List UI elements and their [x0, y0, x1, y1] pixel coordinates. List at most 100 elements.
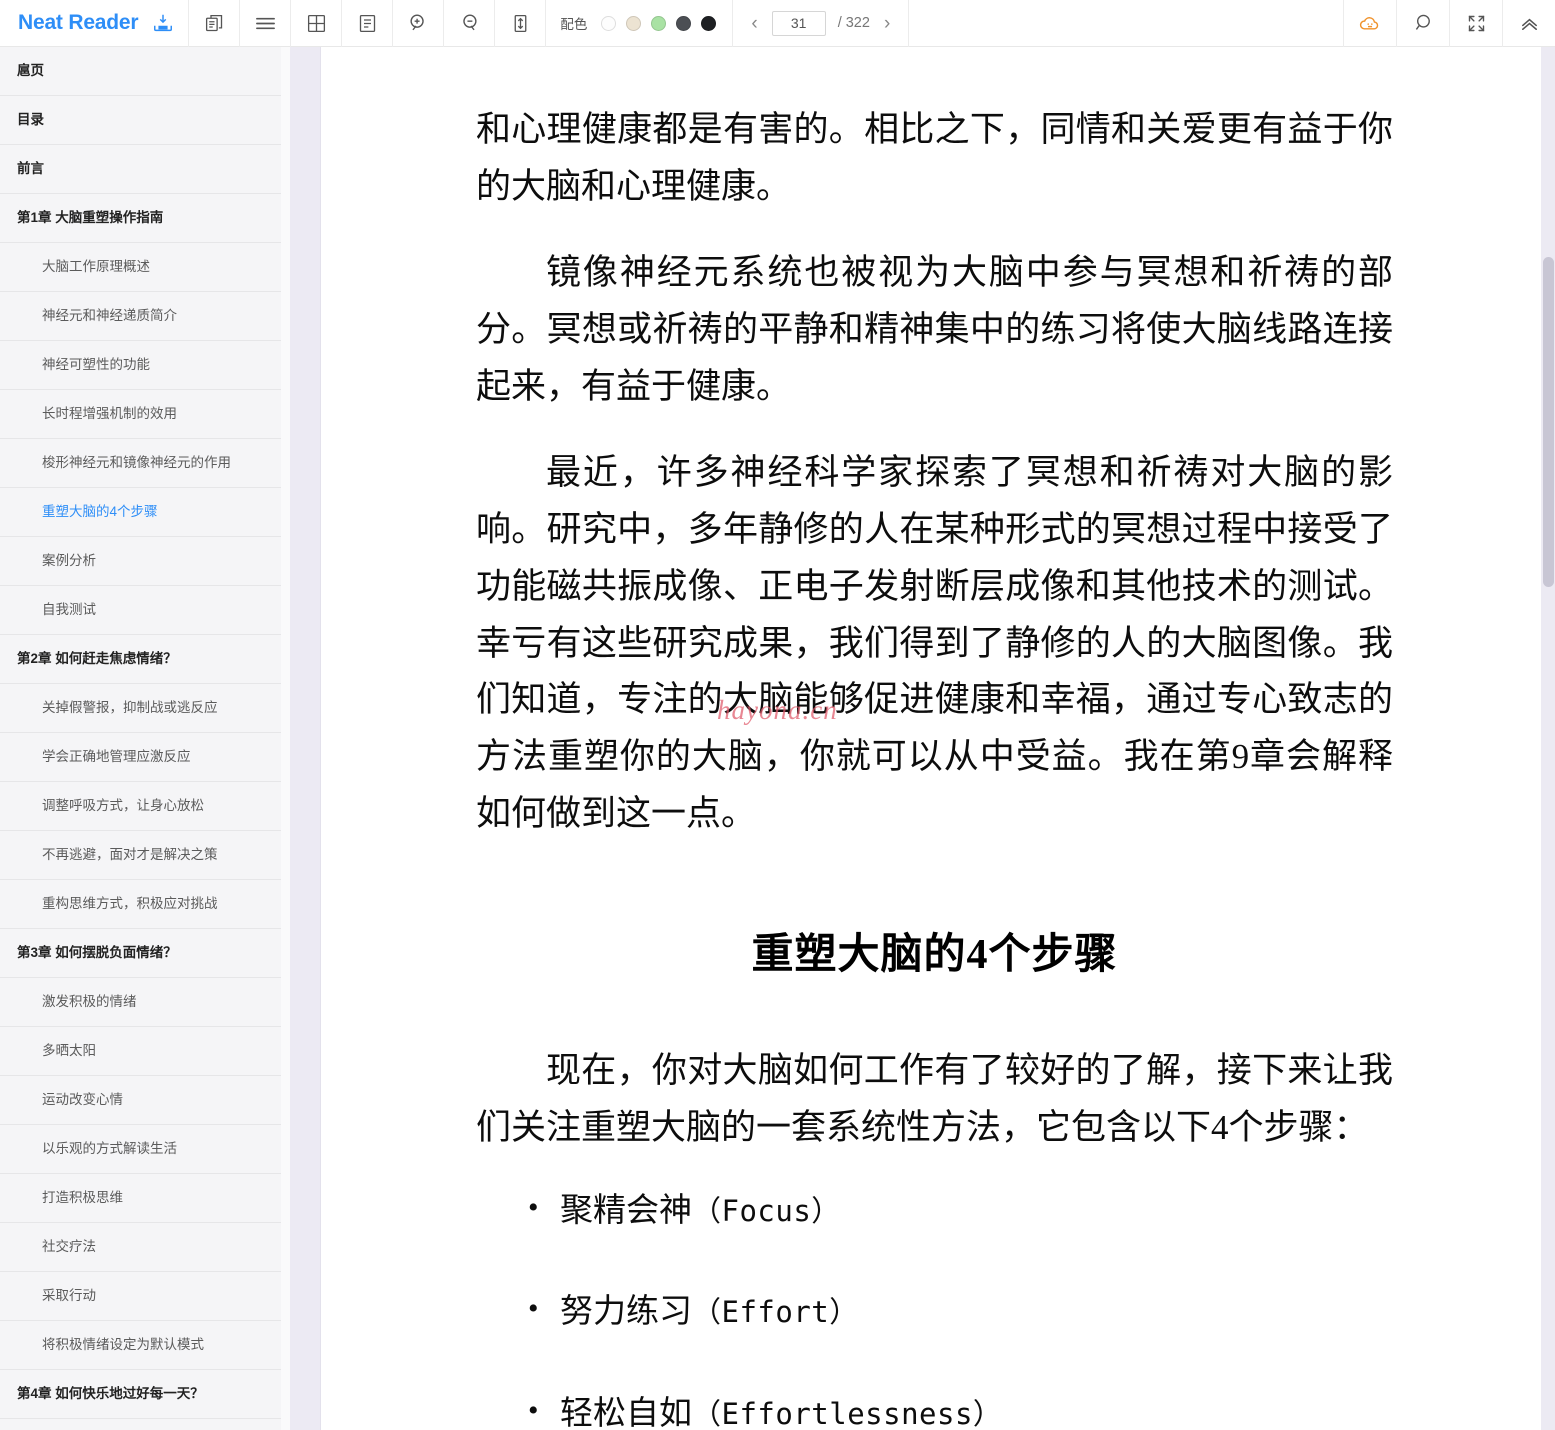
grid-layout-icon[interactable]	[291, 0, 343, 47]
swatch-green[interactable]	[651, 15, 667, 31]
sidebar-item-label: 自我测试	[42, 601, 96, 617]
search-icon[interactable]	[1396, 0, 1449, 47]
sidebar-item-label: 将积极情绪设定为默认模式	[42, 1336, 204, 1352]
copy-pages-icon[interactable]	[189, 0, 241, 47]
cloud-sync-icon[interactable]	[1343, 0, 1396, 47]
sidebar-item[interactable]: 学会正确地管理应激反应	[0, 733, 281, 782]
sidebar-item-label: 第3章 如何摆脱负面情绪？	[17, 944, 177, 960]
list-item-label-cn: 轻松自如	[560, 1395, 692, 1430]
fullscreen-icon[interactable]	[1449, 0, 1502, 47]
note-list-icon[interactable]	[342, 0, 394, 47]
next-page-button[interactable]: ›	[882, 14, 892, 33]
sidebar-item-label: 社交疗法	[42, 1238, 96, 1254]
sidebar-item[interactable]: 目录	[0, 96, 281, 145]
app-title: Neat Reader	[18, 11, 139, 34]
sidebar-item[interactable]: 神经元和神经递质简介	[0, 292, 281, 341]
sidebar-item[interactable]: 激发积极的情绪	[0, 978, 281, 1027]
sidebar-item[interactable]: 第3章 如何摆脱负面情绪？	[0, 929, 281, 978]
list-item-label-cn: 努力练习	[560, 1294, 692, 1331]
sidebar-item[interactable]: 关掉假警报，抑制战或逃反应	[0, 684, 281, 733]
swatch-beige[interactable]	[626, 15, 642, 31]
sidebar-item[interactable]: 采取行动	[0, 1272, 281, 1321]
list-item: 聚精会神（Focus）	[522, 1185, 1393, 1237]
total-pages-label: / 322	[837, 15, 870, 31]
color-theme-label: 配色	[560, 17, 588, 32]
list-item: 努力练习（Effort）	[522, 1286, 1393, 1338]
swatch-black[interactable]	[701, 15, 717, 31]
sidebar-item[interactable]: 重构思维方式，积极应对挑战	[0, 880, 281, 929]
page-gutter	[281, 47, 321, 1430]
sidebar-item[interactable]: 第4章 如何快乐地过好每一天？	[0, 1370, 281, 1419]
brand-group: Neat Reader	[0, 0, 190, 47]
sidebar-item-label: 长时程增强机制的效用	[42, 405, 177, 421]
table-of-contents-sidebar[interactable]: 扈页目录前言第1章 大脑重塑操作指南大脑工作原理概述神经元和神经递质简介 神经可塑…	[0, 47, 281, 1430]
sidebar-item[interactable]: 长时程增强机制的效用	[0, 390, 281, 439]
sidebar-item[interactable]: 以乐观的方式解读生活	[0, 1125, 281, 1174]
sidebar-item[interactable]: 不再逃避，面对才是解决之策	[0, 831, 281, 880]
sidebar-item-label: 神经可塑性的功能	[42, 356, 150, 372]
page-number-input[interactable]	[771, 10, 826, 36]
sidebar-item-label: 采取行动	[42, 1287, 96, 1303]
sidebar-item-label: 案例分析	[42, 552, 96, 568]
zoom-in-icon[interactable]	[393, 0, 445, 47]
sidebar-item[interactable]: 梭形神经元和镜像神经元的作用	[0, 439, 281, 488]
body-paragraph: 现在，你对大脑如何工作有了较好的了解，接下来让我们关注重塑大脑的一套系统性方法，…	[476, 1051, 1393, 1147]
line-height-icon[interactable]	[495, 0, 547, 47]
reader-page-inner: 和心理健康都是有害的。相比之下，同情和关爱更有益于你的大脑和心理健康。 镜像神经…	[321, 47, 1541, 1430]
sidebar-item[interactable]: 第2章 如何赶走焦虑情绪？	[0, 635, 281, 684]
sidebar-item-label: 神经元和神经递质简介	[42, 307, 177, 323]
section-heading: 重塑大脑的4个步骤	[751, 932, 1118, 979]
sidebar-item[interactable]: 重塑大脑的4个步骤	[0, 488, 281, 537]
sidebar-item[interactable]: 多晒太阳	[0, 1027, 281, 1076]
sidebar-item-label: 学会正确地管理应激反应	[42, 748, 191, 764]
sidebar-item[interactable]: 前言	[0, 145, 281, 194]
sidebar-item-label: 扈页	[17, 62, 44, 78]
list-item-label-en: （Focus）	[692, 1193, 841, 1228]
sidebar-item[interactable]: 案例分析	[0, 537, 281, 586]
zoom-out-icon[interactable]	[444, 0, 496, 47]
list-item: 轻松自如（Effortlessness）	[522, 1388, 1393, 1430]
sidebar-item[interactable]: 自我测试	[0, 586, 281, 635]
body-paragraph: 镜像神经元系统也被视为大脑中参与冥想和祈祷的部分。冥想或祈祷的平静和精神集中的练…	[476, 253, 1393, 406]
save-download-icon[interactable]	[152, 12, 174, 34]
sidebar-item-label: 关掉假警报，抑制战或逃反应	[42, 699, 218, 715]
sidebar-item[interactable]: 扈页	[0, 47, 281, 96]
sidebar-item-label: 调整呼吸方式，让身心放松	[42, 797, 204, 813]
swatch-white[interactable]	[601, 15, 617, 31]
menu-lines-icon[interactable]	[240, 0, 292, 47]
sidebar-item-label: 重塑大脑的4个步骤	[42, 503, 158, 519]
sidebar-item[interactable]: 运动改变心情	[0, 1076, 281, 1125]
top-toolbar: Neat Reader 配色 ‹ 31 / 322 ›	[0, 0, 1555, 47]
sidebar-item-label: 梭形神经元和镜像神经元的作用	[42, 454, 231, 470]
reader-page: 和心理健康都是有害的。相比之下，同情和关爱更有益于你的大脑和心理健康。 镜像神经…	[321, 47, 1541, 1430]
sidebar-item-label: 重构思维方式，积极应对挑战	[42, 895, 218, 911]
sidebar-item[interactable]: 社交疗法	[0, 1223, 281, 1272]
sidebar-item[interactable]: 第1章 大脑重塑操作指南	[0, 194, 281, 243]
sidebar-item-label: 以乐观的方式解读生活	[42, 1140, 177, 1156]
page-scrollbar-track[interactable]	[1541, 47, 1555, 1430]
sidebar-item-label: 不再逃避，面对才是解决之策	[42, 846, 218, 862]
sidebar-item-label: 第4章 如何快乐地过好每一天？	[17, 1385, 204, 1401]
sidebar-item-label: 目录	[17, 111, 44, 127]
sidebar-item-label: 激发积极的情绪	[42, 993, 137, 1009]
sidebar-item-label: 打造积极思维	[42, 1189, 123, 1205]
collapse-up-icon[interactable]	[1502, 0, 1555, 47]
sidebar-item[interactable]: 将积极情绪设定为默认模式	[0, 1321, 281, 1370]
sidebar-item[interactable]: 大脑工作原理概述	[0, 243, 281, 292]
list-item-label-en: （Effort）	[692, 1295, 859, 1330]
page-scrollbar-thumb[interactable]	[1543, 257, 1554, 587]
page-gutter-inner	[281, 47, 290, 1430]
prev-page-button[interactable]: ‹	[749, 14, 759, 33]
sidebar-item[interactable]: 神经可塑性的功能	[0, 341, 281, 390]
sidebar-item-label: 前言	[17, 160, 44, 176]
swatch-gray[interactable]	[676, 15, 692, 31]
sidebar-item[interactable]: 调整呼吸方式，让身心放松	[0, 782, 281, 831]
body-paragraph: 最近，许多神经科学家探索了冥想和祈祷对大脑的影响。研究中，多年静修的人在某种形式…	[476, 453, 1393, 833]
sidebar-item-label: 运动改变心情	[42, 1091, 123, 1107]
sidebar-item-label: 第1章 大脑重塑操作指南	[17, 209, 164, 225]
sidebar-item[interactable]: 打造积极思维	[0, 1174, 281, 1223]
page-navigator: ‹ / 322 ›	[733, 0, 910, 47]
list-item-label-en: （Effortlessness）	[692, 1396, 1003, 1430]
sidebar-item-label: 第2章 如何赶走焦虑情绪？	[17, 650, 177, 666]
